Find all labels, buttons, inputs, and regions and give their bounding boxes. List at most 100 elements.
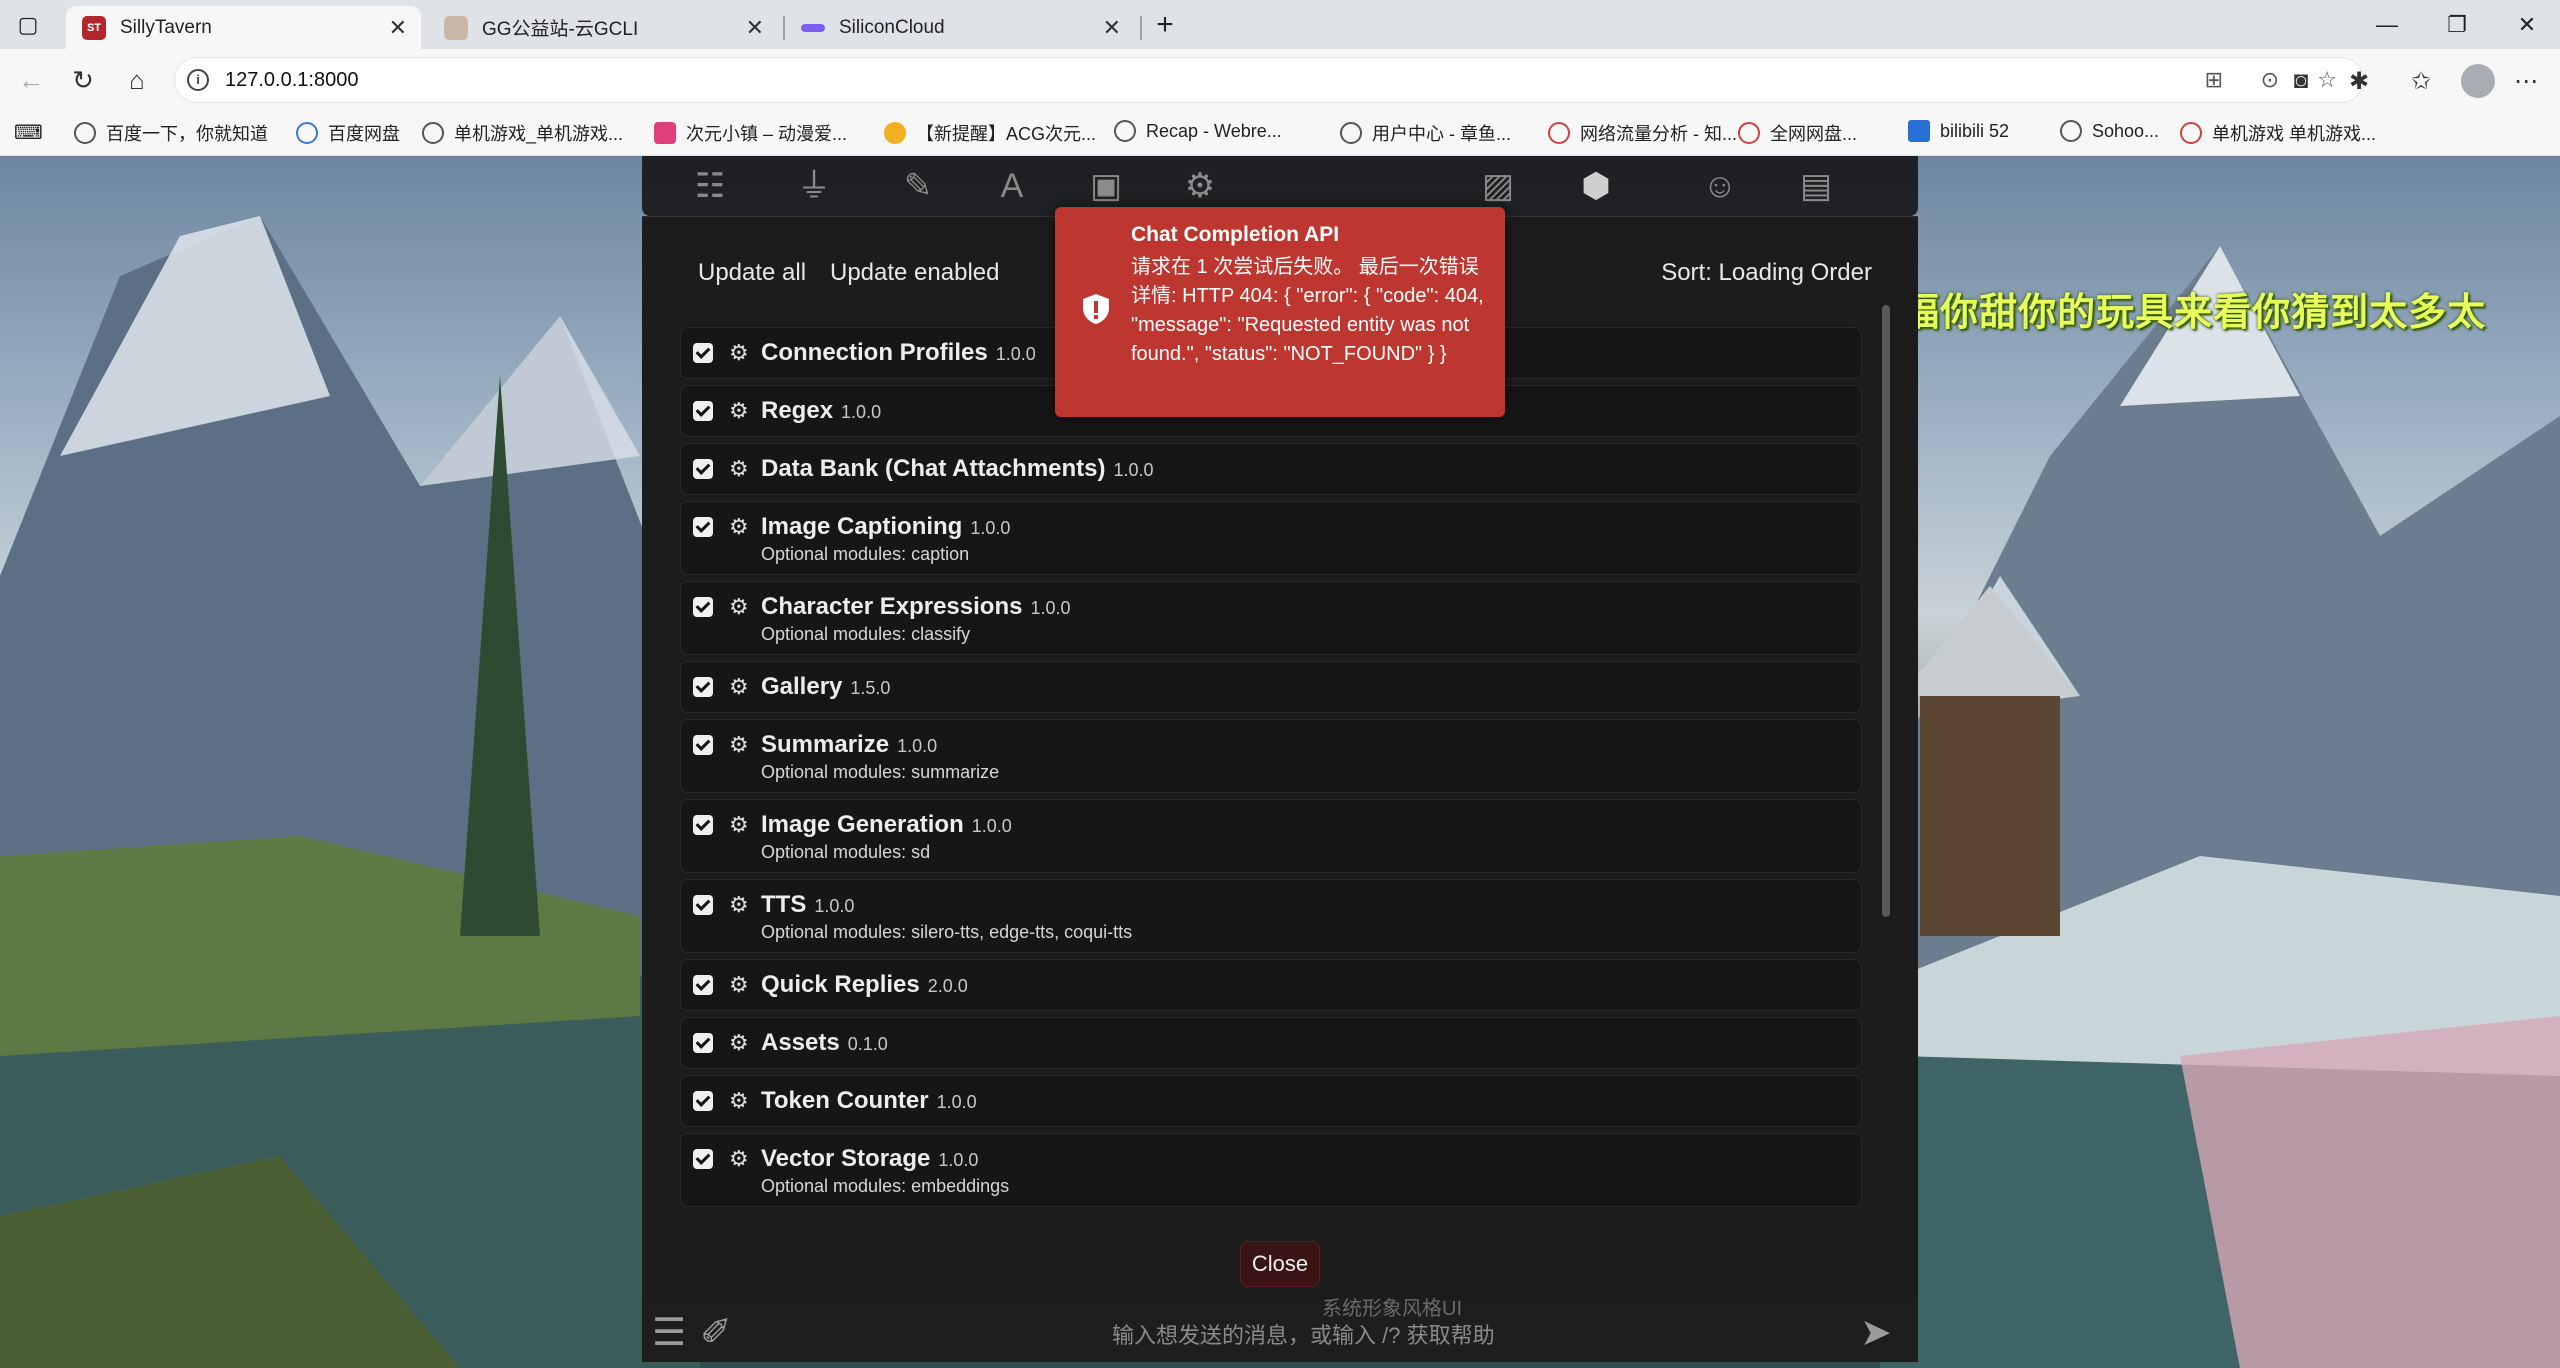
close-button[interactable]: Close [1240,1241,1320,1287]
extension-enabled-checkbox[interactable] [693,343,713,363]
restore-icon[interactable]: ❐ [2422,0,2492,49]
gear-icon[interactable]: ⚙ [729,732,749,758]
extension-enabled-checkbox[interactable] [693,1149,713,1169]
sliders-icon[interactable]: ☷ [686,164,734,208]
obscured-text: 系统形象风格UI [1322,1298,1462,1320]
gear-icon[interactable]: ⚙ [729,812,749,838]
home-icon[interactable]: ⌂ [116,59,158,101]
extension-name: Character Expressions 1.0.0 [761,593,1071,620]
book-icon[interactable]: ▣ [1082,164,1130,208]
pen-icon[interactable]: ✎ [894,164,942,208]
extension-enabled-checkbox[interactable] [693,1033,713,1053]
bookmark-item[interactable]: 次元小镇 – 动漫爱... [654,120,847,146]
extension-enabled-checkbox[interactable] [693,975,713,995]
extension-enabled-checkbox[interactable] [693,517,713,537]
back-icon[interactable]: ← [10,59,52,101]
gear-icon[interactable]: ⚙ [729,340,749,366]
close-window-icon[interactable]: ✕ [2492,0,2560,49]
site-icon [2180,122,2202,144]
extension-enabled-checkbox[interactable] [693,677,713,697]
gear-icon[interactable]: ⚙ [729,1030,749,1056]
tab-sillytavern[interactable]: ST SillyTavern ✕ [66,6,421,49]
extension-row: ⚙ Image Generation 1.0.0 Optional modules… [680,799,1862,873]
gear-icon[interactable]: ⚙ [729,514,749,540]
copilot-icon[interactable]: ◙ [2281,61,2321,101]
bookmark-item[interactable]: bilibili 52 [1908,120,2009,142]
extension-enabled-checkbox[interactable] [693,735,713,755]
menu-icon[interactable]: ☰ [652,1310,686,1355]
bookmark-item[interactable]: Sohoo... [2060,120,2159,142]
close-tab-icon[interactable]: ✕ [746,15,764,41]
close-tab-icon[interactable]: ✕ [1103,15,1121,41]
image-icon[interactable]: ▨ [1474,164,1522,208]
error-toast[interactable]: Chat Completion API 请求在 1 次尝试后失败。 最后一次错误… [1055,207,1505,417]
favorites-icon[interactable]: ✩ [2401,61,2441,101]
new-tab-icon[interactable]: + [1135,0,1195,49]
gear-icon[interactable]: ⚙ [729,1088,749,1114]
extension-row: ⚙ Data Bank (Chat Attachments) 1.0.0 [680,443,1862,495]
gear-icon[interactable]: ⚙ [729,456,749,482]
bookmark-item[interactable]: 百度一下，你就知道 [74,120,268,146]
bookmark-item[interactable]: 全网网盘... [1738,120,1857,146]
gear-icon[interactable]: ⚙ [729,1146,749,1172]
site-info-icon[interactable]: i [187,69,209,91]
sort-select[interactable]: Sort: Loading Order [1651,253,1882,293]
url-text[interactable]: 127.0.0.1:8000 [225,69,358,92]
extension-version: 1.0.0 [995,344,1036,364]
tab-siliconcloud[interactable]: SiliconCloud ✕ [785,6,1135,49]
gear-icon[interactable]: ⚙ [729,972,749,998]
settings-more-icon[interactable]: ⋯ [2506,61,2546,101]
bookmark-item[interactable]: 单机游戏 单机游戏... [2180,120,2376,146]
bookmark-item[interactable]: 百度网盘 [296,120,400,146]
url-field[interactable]: i 127.0.0.1:8000 ⊞ ⊙ ☆ [174,57,2364,103]
send-icon[interactable]: ➤ [1860,1310,1892,1355]
siliconcloud-favicon-icon [801,23,825,32]
extension-row: ⚙ Image Captioning 1.0.0 Optional modules… [680,501,1862,575]
gear-icon[interactable]: ⚙ [729,594,749,620]
bookmark-item[interactable]: Recap - Webre... [1114,120,1282,142]
gear-icon[interactable]: ⚙ [729,674,749,700]
bookmark-item[interactable]: 网络流量分析 - 知... [1548,120,1737,146]
extension-enabled-checkbox[interactable] [693,401,713,421]
plug-icon[interactable]: ⏚ [790,164,838,208]
chat-input[interactable]: 输入想发送的消息，或输入 /? 获取帮助 [1112,1318,1495,1350]
bookmark-item[interactable]: 单机游戏_单机游戏... [422,120,623,146]
extensions-icon[interactable]: ✱ [2339,61,2379,101]
app-available-icon[interactable]: ⊞ [2205,67,2223,93]
tab-actions-icon[interactable]: ▢ [0,0,56,49]
extension-enabled-checkbox[interactable] [693,1091,713,1111]
tab-gg[interactable]: GG公益站-云GCLI ✕ [428,6,778,49]
bookmark-item[interactable]: 用户中心 - 章鱼... [1340,120,1511,146]
more-tools-icon[interactable]: ⊙ [2261,67,2279,93]
smile-icon[interactable]: ☺ [1696,164,1744,208]
extension-enabled-checkbox[interactable] [693,597,713,617]
bookmark-item[interactable]: 【新提醒】ACG次元... [884,120,1096,146]
extension-row: ⚙ Summarize 1.0.0 Optional modules: summa… [680,719,1862,793]
close-tab-icon[interactable]: ✕ [389,15,407,41]
update-all-button[interactable]: Update all [688,253,816,293]
reading-list-icon[interactable]: ⌨ [14,120,43,145]
refresh-icon[interactable]: ↻ [62,59,104,101]
toast-message: 请求在 1 次尝试后失败。 最后一次错误详情: HTTP 404: { "err… [1131,256,1484,365]
extension-optional-modules: Optional modules: silero-tts, edge-tts, … [761,922,1133,942]
extension-enabled-checkbox[interactable] [693,895,713,915]
extension-optional-modules: Optional modules: summarize [761,762,1000,782]
extension-name: TTS 1.0.0 [761,891,855,918]
extensions-scrollbar[interactable] [1882,305,1890,917]
globe-icon [2060,120,2082,142]
profile-avatar[interactable] [2461,64,2495,98]
gear-icon[interactable]: ⚙ [729,398,749,424]
extension-enabled-checkbox[interactable] [693,815,713,835]
d-logo-icon [654,122,676,144]
extension-enabled-checkbox[interactable] [693,459,713,479]
extension-optional-modules: Optional modules: classify [761,624,971,644]
cubes-icon[interactable]: ⬢ [1572,164,1620,208]
id-card-icon[interactable]: ▤ [1792,164,1840,208]
user-cog-icon[interactable]: ⚙ [1176,164,1224,208]
update-enabled-button[interactable]: Update enabled [820,253,1009,293]
minimize-icon[interactable]: — [2352,0,2422,49]
extension-row: ⚙ Quick Replies 2.0.0 [680,959,1862,1011]
magic-wand-icon[interactable]: ✐ [700,1310,732,1355]
gear-icon[interactable]: ⚙ [729,892,749,918]
font-icon[interactable]: A [988,164,1036,208]
